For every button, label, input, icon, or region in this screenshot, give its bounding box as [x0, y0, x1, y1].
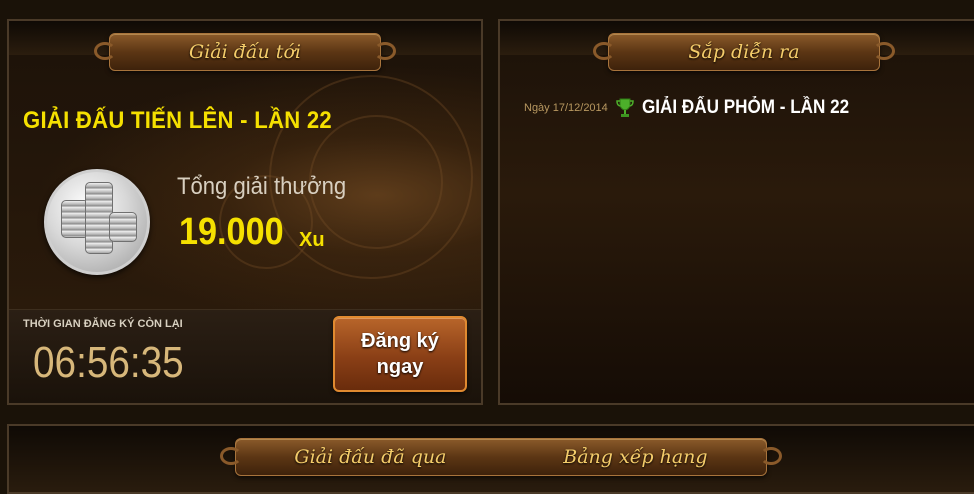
tournament-title: GIẢI ĐẤU TIẾN LÊN - LẦN 22 — [23, 107, 332, 134]
soon-header-title: Sắp diễn ra — [688, 41, 800, 63]
trophy-icon — [616, 98, 634, 117]
coin-stack-icon — [44, 169, 150, 275]
soon-item-date: Ngày 17/12/2014 — [524, 102, 608, 114]
registration-label: THỜI GIAN ĐĂNG KÝ CÒN LẠI — [23, 318, 183, 330]
prize-amount: 19.000 — [179, 211, 284, 253]
prize-label: Tổng giải thưởng — [177, 173, 347, 200]
upcoming-header-ribbon: Giải đấu tới — [94, 33, 396, 71]
soon-item-name: GIẢI ĐẤU PHỎM - LẦN 22 — [641, 97, 849, 118]
registration-countdown: 06:56:35 — [33, 338, 184, 387]
soon-list-item[interactable]: Ngày 17/12/2014 GIẢI ĐẤU PHỎM - LẦN 22 — [524, 97, 872, 119]
coming-soon-panel: Sắp diễn ra Ngày 17/12/2014 GIẢI ĐẤU PHỎ… — [498, 19, 974, 405]
upcoming-tournament-panel: Giải đấu tới GIẢI ĐẤU TIẾN LÊN - LẦN 22 … — [7, 19, 483, 405]
upcoming-header-title: Giải đấu tới — [189, 41, 301, 63]
bottom-tabs-panel: Giải đấu đã qua Bảng xếp hạng — [7, 424, 974, 494]
bottom-tabs-ribbon: Giải đấu đã qua Bảng xếp hạng — [220, 438, 782, 476]
registration-footer: THỜI GIAN ĐĂNG KÝ CÒN LẠI 06:56:35 Đăng … — [9, 309, 481, 403]
soon-header-ribbon: Sắp diễn ra — [593, 33, 895, 71]
register-now-button[interactable]: Đăng ký ngay — [333, 316, 467, 392]
tab-leaderboard[interactable]: Bảng xếp hạng — [563, 446, 707, 468]
prize-unit: Xu — [299, 229, 325, 251]
tab-past-tournaments[interactable]: Giải đấu đã qua — [294, 446, 446, 468]
register-button-label: Đăng ký ngay — [361, 330, 439, 378]
